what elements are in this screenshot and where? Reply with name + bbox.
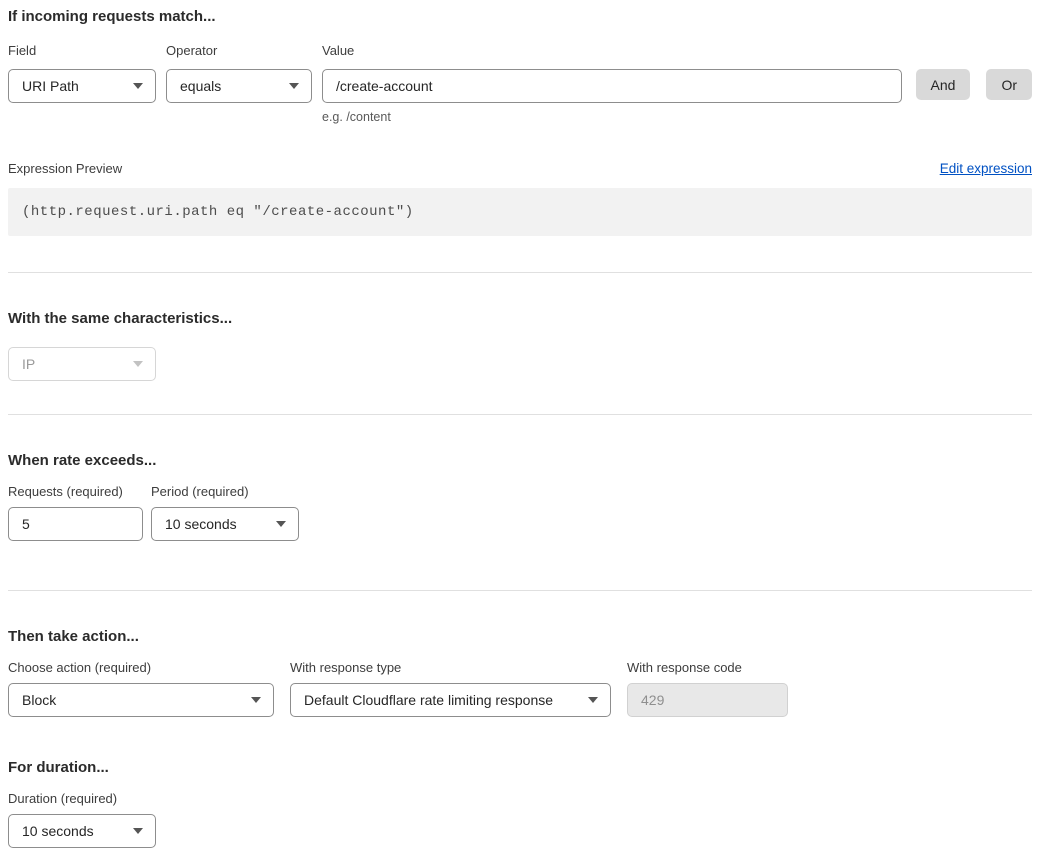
- match-fields-row: Field URI Path Operator equals Value e.g…: [8, 44, 1032, 124]
- rate-section: When rate exceeds... Requests (required)…: [8, 452, 1032, 541]
- choose-action-select[interactable]: Block: [8, 683, 274, 717]
- match-section-heading: If incoming requests match...: [8, 8, 1032, 25]
- duration-fields-row: Duration (required) 10 seconds: [8, 792, 1032, 848]
- action-section-heading: Then take action...: [8, 628, 1032, 645]
- characteristic-select: IP: [8, 347, 156, 381]
- characteristics-row: IP: [8, 347, 1032, 381]
- duration-section: For duration... Duration (required) 10 s…: [8, 759, 1032, 848]
- period-column: Period (required) 10 seconds: [151, 485, 299, 541]
- characteristic-select-value: IP: [22, 356, 35, 372]
- duration-label: Duration (required): [8, 792, 156, 806]
- field-column: Field URI Path: [8, 44, 156, 103]
- expression-preview-code: (http.request.uri.path eq "/create-accou…: [22, 204, 414, 220]
- chevron-down-icon: [289, 83, 299, 89]
- section-divider: [8, 414, 1032, 415]
- rate-fields-row: Requests (required) Period (required) 10…: [8, 485, 1032, 541]
- chevron-down-icon: [276, 521, 286, 527]
- field-select[interactable]: URI Path: [8, 69, 156, 103]
- field-label: Field: [8, 44, 156, 58]
- characteristics-section-heading: With the same characteristics...: [8, 310, 1032, 327]
- choose-action-select-value: Block: [22, 692, 56, 708]
- chevron-down-icon: [133, 83, 143, 89]
- value-label: Value: [322, 44, 902, 58]
- response-code-label: With response code: [627, 661, 788, 675]
- rate-section-heading: When rate exceeds...: [8, 452, 1032, 469]
- chevron-down-icon: [133, 361, 143, 367]
- operator-column: Operator equals: [166, 44, 312, 103]
- operator-select-value: equals: [180, 78, 221, 94]
- value-input[interactable]: [322, 69, 902, 103]
- response-type-label: With response type: [290, 661, 611, 675]
- choose-action-column: Choose action (required) Block: [8, 661, 274, 717]
- chevron-down-icon: [133, 828, 143, 834]
- action-section: Then take action... Choose action (requi…: [8, 628, 1032, 717]
- expression-preview-box: (http.request.uri.path eq "/create-accou…: [8, 188, 1032, 236]
- chevron-down-icon: [251, 697, 261, 703]
- duration-select[interactable]: 10 seconds: [8, 814, 156, 848]
- period-select-value: 10 seconds: [165, 516, 237, 532]
- response-code-input: [627, 683, 788, 717]
- requests-input[interactable]: [8, 507, 143, 541]
- requests-label: Requests (required): [8, 485, 143, 499]
- choose-action-label: Choose action (required): [8, 661, 274, 675]
- operator-label: Operator: [166, 44, 312, 58]
- edit-expression-link[interactable]: Edit expression: [940, 161, 1032, 176]
- or-button[interactable]: Or: [986, 69, 1032, 100]
- operator-select[interactable]: equals: [166, 69, 312, 103]
- match-section: If incoming requests match... Field URI …: [8, 8, 1032, 236]
- duration-column: Duration (required) 10 seconds: [8, 792, 156, 848]
- response-code-column: With response code: [627, 661, 788, 717]
- field-select-value: URI Path: [22, 78, 79, 94]
- period-label: Period (required): [151, 485, 299, 499]
- section-divider: [8, 590, 1032, 591]
- value-helper-text: e.g. /content: [322, 110, 902, 124]
- expression-preview-header: Expression Preview Edit expression: [8, 161, 1032, 176]
- duration-section-heading: For duration...: [8, 759, 1032, 776]
- and-or-buttons: And Or: [916, 69, 1032, 100]
- section-divider: [8, 272, 1032, 273]
- rate-limiting-rule-form: If incoming requests match... Field URI …: [0, 0, 1048, 856]
- duration-select-value: 10 seconds: [22, 823, 94, 839]
- and-button[interactable]: And: [916, 69, 971, 100]
- chevron-down-icon: [588, 697, 598, 703]
- period-select[interactable]: 10 seconds: [151, 507, 299, 541]
- value-column: Value e.g. /content: [322, 44, 902, 124]
- response-type-select[interactable]: Default Cloudflare rate limiting respons…: [290, 683, 611, 717]
- action-fields-row: Choose action (required) Block With resp…: [8, 661, 1032, 717]
- expression-preview-label: Expression Preview: [8, 162, 122, 176]
- requests-column: Requests (required): [8, 485, 143, 541]
- characteristics-section: With the same characteristics... IP: [8, 310, 1032, 381]
- response-type-column: With response type Default Cloudflare ra…: [290, 661, 611, 717]
- response-type-select-value: Default Cloudflare rate limiting respons…: [304, 692, 553, 708]
